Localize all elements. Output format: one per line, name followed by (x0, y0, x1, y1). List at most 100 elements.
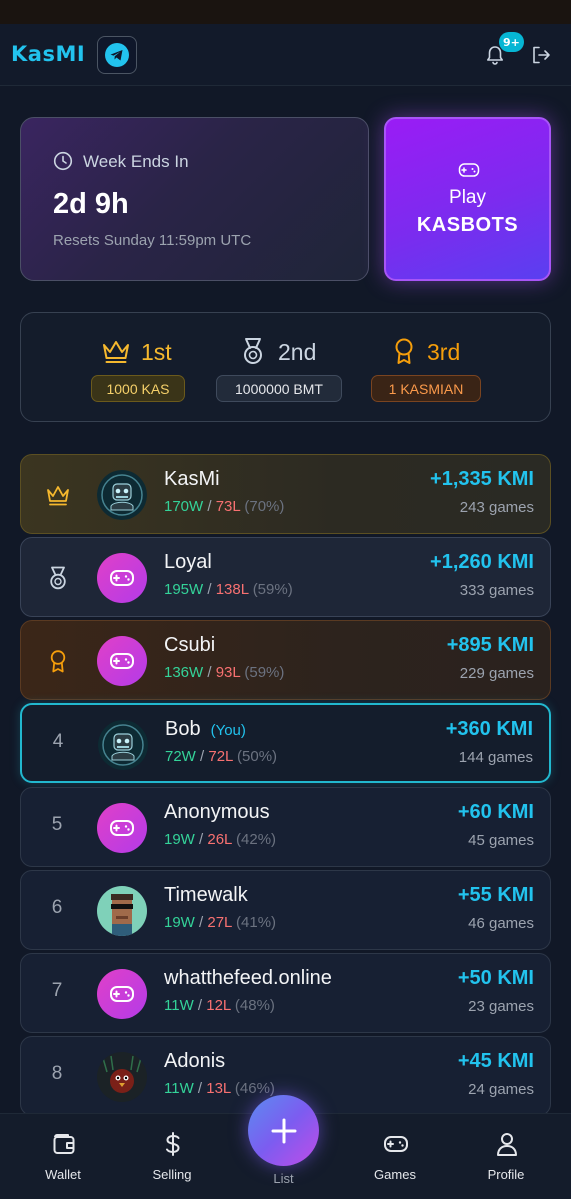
rank-number: 4 (52, 731, 64, 752)
username-text: Adonis (164, 1050, 226, 1072)
avatar (98, 720, 148, 770)
avatar (97, 553, 147, 603)
prize-card: 1st 1000 KAS 2nd 1000000 BMT 3rd 1 KASMI… (20, 312, 551, 422)
score: +50 KMI (457, 967, 534, 989)
wins: 19W (164, 914, 195, 931)
username: Anonymous (164, 801, 270, 824)
week-ends-label: Week Ends In (83, 152, 189, 171)
gamepad-icon (110, 570, 134, 586)
nav-games-label: Games (374, 1167, 416, 1182)
add-list-button[interactable] (248, 1095, 319, 1166)
win-percent: (42%) (236, 831, 277, 848)
top-bar: KasMI 9+ (0, 24, 571, 86)
prize-reward-first: 1000 KAS (91, 375, 185, 402)
play-kasbots-button[interactable]: Play KASBOTS (384, 117, 551, 281)
rank-number: 7 (51, 980, 63, 1001)
wins: 11W (164, 997, 194, 1014)
losses: 138L (215, 581, 249, 598)
leaderboard-row[interactable]: Loyal 195W / 138L (59%) +1,260 KMI 333 game… (20, 537, 551, 617)
games-count: 45 games (468, 832, 534, 849)
losses: 12L (206, 997, 231, 1014)
week-ends-card: Week Ends In 2d 9h Resets Sunday 11:59pm… (20, 117, 369, 281)
win-loss-stats: 170W / 73L (70%) (164, 498, 285, 515)
leaderboard-row[interactable]: 4 Bob (You) 72W / 72L (50%) +360 KMI 144 game… (20, 703, 551, 783)
week-time-left: 2d 9h (53, 188, 129, 220)
wins: 19W (164, 831, 195, 848)
username: Csubi (164, 634, 215, 657)
notification-badge: 9+ (499, 32, 524, 52)
avatar (97, 470, 147, 520)
score: +45 KMI (457, 1050, 534, 1072)
leaderboard-row[interactable]: 5 Anonymous 19W / 26L (42%) +60 KMI 45 games (20, 787, 551, 867)
nav-profile[interactable]: Profile (461, 1114, 551, 1199)
username: Loyal (164, 551, 212, 574)
leaderboard-row[interactable]: Csubi 136W / 93L (59%) +895 KMI 229 games (20, 620, 551, 700)
avatar (97, 636, 147, 686)
telegram-icon[interactable] (97, 36, 137, 74)
win-loss-stats: 136W / 93L (59%) (164, 664, 285, 681)
robot-avatar-image (97, 470, 147, 520)
award-ribbon-icon (395, 338, 413, 364)
prize-rank-third: 3rd (427, 339, 461, 365)
wins: 170W (164, 498, 204, 515)
games-count: 229 games (459, 665, 534, 682)
username-text: KasMi (164, 468, 220, 490)
gamepad-icon (458, 163, 480, 177)
nav-wallet[interactable]: Wallet (18, 1114, 108, 1199)
games-count: 333 games (459, 582, 534, 599)
win-percent: (59%) (244, 664, 285, 681)
nav-selling-label: Selling (152, 1167, 192, 1182)
nav-selling[interactable]: Selling (127, 1114, 217, 1199)
username-text: whatthefeed.online (164, 967, 332, 989)
username: Bob (You) (165, 718, 246, 741)
win-percent: (59%) (252, 581, 293, 598)
username-text: Csubi (164, 634, 216, 656)
games-count: 24 games (468, 1081, 534, 1098)
prize-reward-third: 1 KASMIAN (371, 375, 481, 402)
logout-icon[interactable] (530, 44, 552, 66)
avatar (97, 886, 147, 936)
win-percent: (50%) (237, 748, 278, 765)
nav-profile-label: Profile (487, 1167, 525, 1182)
wins: 72W (165, 748, 196, 765)
nav-games[interactable]: Games (350, 1114, 440, 1199)
losses: 72L (208, 748, 233, 765)
play-label: Play (449, 187, 486, 208)
status-bar (0, 0, 571, 24)
prize-third: 3rd 1 KASMIAN (371, 313, 511, 423)
robot-avatar-image (98, 720, 148, 770)
leaderboard-row[interactable]: 6 Timewalk 19W / 27L (41%) +55 KMI 46 games (20, 870, 551, 950)
nav-list-label: List (273, 1171, 294, 1186)
leaderboard-row[interactable]: 7 whatthefeed.online 11W / 12L (48%) +50 KM… (20, 953, 551, 1033)
games-count: 46 games (468, 915, 534, 932)
logo-text: KasMI (11, 42, 86, 66)
medal-icon (244, 338, 262, 364)
losses: 73L (215, 498, 241, 515)
win-percent: (70%) (244, 498, 285, 515)
score: +360 KMI (445, 718, 533, 740)
pixel-avatar-image (97, 886, 147, 936)
crown-icon (47, 486, 69, 506)
gamepad-icon (110, 653, 134, 669)
username: Adonis (164, 1050, 225, 1073)
losses: 93L (215, 664, 241, 681)
username-text: Timewalk (164, 884, 248, 906)
plus-icon (271, 1118, 296, 1143)
prize-second: 2nd 1000000 BMT (216, 313, 366, 423)
prize-rank-first: 1st (141, 339, 172, 365)
games-count: 144 games (458, 749, 533, 766)
username-text: Bob (165, 718, 201, 740)
leaderboard-row[interactable]: KasMi 170W / 73L (70%) +1,335 KMI 243 games (20, 454, 551, 534)
rank-number: 5 (51, 814, 63, 835)
rank-number: 6 (51, 897, 63, 918)
rank-number: 8 (51, 1063, 63, 1084)
week-reset-text: Resets Sunday 11:59pm UTC (53, 232, 252, 249)
clock-icon (53, 151, 73, 171)
username: Timewalk (164, 884, 248, 907)
prize-first: 1st 1000 KAS (91, 313, 231, 423)
win-percent: (41%) (236, 914, 277, 931)
user-icon (497, 1133, 517, 1156)
wins: 136W (164, 664, 204, 681)
username: KasMi (164, 468, 220, 491)
you-tag: (You) (210, 722, 246, 739)
